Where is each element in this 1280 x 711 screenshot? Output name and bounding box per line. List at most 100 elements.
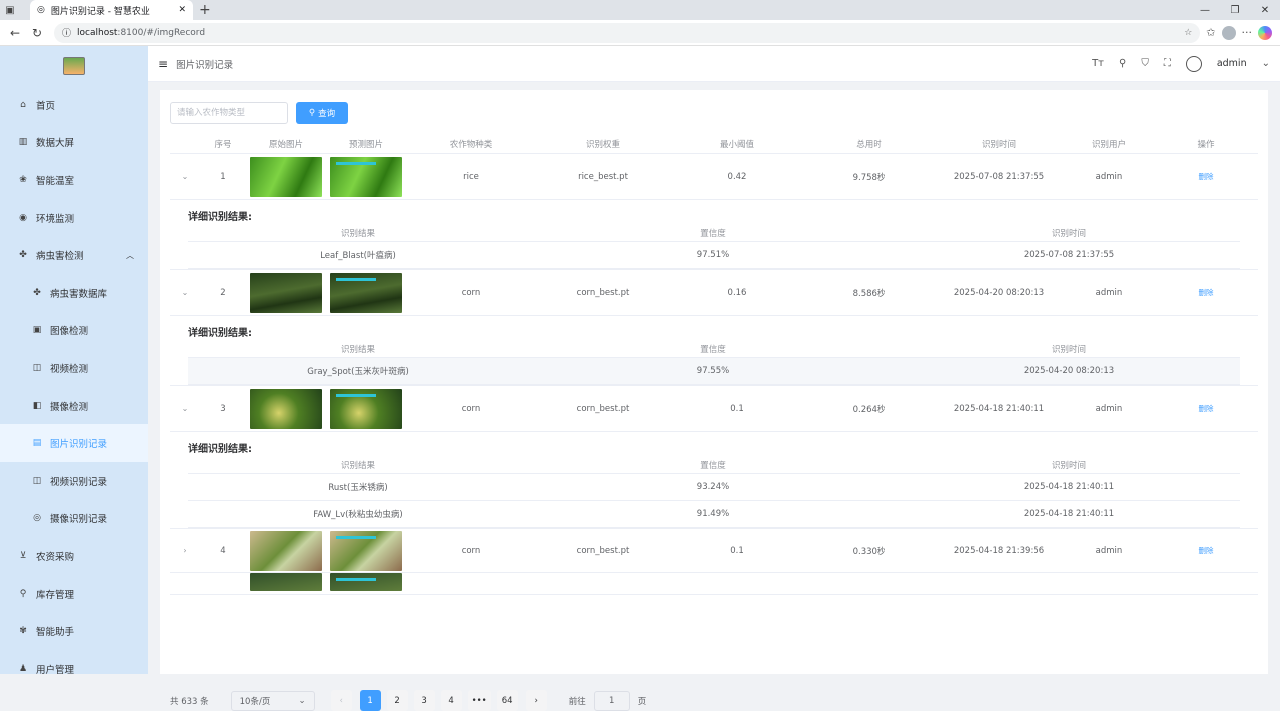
original-image-thumbnail[interactable] bbox=[250, 530, 322, 571]
user-name[interactable]: admin bbox=[1217, 58, 1247, 69]
page-size-select[interactable]: 10条/页 ⌄ bbox=[230, 690, 315, 711]
detail-result: Leaf_Blast(叶瘟病) bbox=[320, 251, 396, 261]
sidebar-item-8[interactable]: ◧ 摄像检测 bbox=[0, 387, 148, 425]
sidebar-item-1[interactable]: ▥ 数据大屏 bbox=[0, 124, 148, 162]
favorites-icon[interactable]: ✩ bbox=[1206, 26, 1215, 39]
goto-page-input[interactable]: 1 bbox=[593, 690, 630, 711]
cell-weight: corn_best.pt bbox=[576, 545, 630, 556]
detail-column-header: 置信度 bbox=[700, 228, 726, 239]
profile-avatar[interactable] bbox=[1221, 25, 1236, 40]
column-header: 总用时 bbox=[856, 139, 882, 150]
sidebar-item-12[interactable]: ⊻ 农资采购 bbox=[0, 537, 148, 575]
detection-box bbox=[336, 161, 376, 165]
expand-row-icon[interactable]: › bbox=[170, 546, 200, 555]
page-button-5[interactable]: ••• bbox=[467, 690, 491, 711]
column-header: 原始图片 bbox=[268, 139, 303, 150]
table-row: ⌄ 1 rice rice_best.pt 0.42 9.758秒 2025-07-08 2… bbox=[170, 154, 1258, 200]
predicted-image-thumbnail[interactable] bbox=[330, 272, 402, 313]
row-index: 1 bbox=[220, 171, 226, 182]
expand-row-icon[interactable]: ⌄ bbox=[170, 288, 200, 297]
url-path: :8100/#/imgRecord bbox=[117, 27, 206, 38]
sidebar-item-9[interactable]: ▤ 图片识别记录 bbox=[0, 424, 148, 462]
next-page-button[interactable]: › bbox=[525, 690, 547, 711]
column-header: 操作 bbox=[1197, 139, 1215, 150]
page-button-2[interactable]: 2 bbox=[386, 690, 408, 711]
search-icon[interactable]: ⚲ bbox=[1119, 58, 1126, 69]
sidebar-item-label: 病虫害检测 bbox=[36, 251, 84, 263]
sidebar-item-6[interactable]: ▣ 图像检测 bbox=[0, 312, 148, 350]
predicted-image-thumbnail[interactable] bbox=[330, 388, 402, 429]
prev-page-button[interactable]: ‹ bbox=[330, 690, 352, 711]
bug-icon: ✤ bbox=[19, 250, 27, 261]
favorite-star-icon[interactable]: ☆ bbox=[1184, 28, 1192, 38]
sidebar-item-0[interactable]: ⌂ 首页 bbox=[0, 86, 148, 124]
copilot-icon[interactable] bbox=[1258, 25, 1272, 40]
chevron-down-icon[interactable]: ⌄ bbox=[1262, 58, 1270, 69]
new-tab-button[interactable]: + bbox=[199, 0, 211, 20]
detail-column-header: 识别结果 bbox=[340, 344, 375, 355]
sidebar-item-2[interactable]: ❀ 智能温室 bbox=[0, 161, 148, 199]
table-row: › 4 corn corn_best.pt 0.1 0.330秒 2025-04-18 21… bbox=[170, 529, 1258, 573]
browser-tab-strip: ▣ ◎ 图片识别记录 - 智慧农业 ✕ + — ❐ ✕ bbox=[0, 0, 1280, 20]
content-panel: ⚲ 查询 序号原始图片预测图片农作物种类识别权重最小阈值总用时识别时间识别用户操… bbox=[160, 90, 1268, 711]
page-button-3[interactable]: 3 bbox=[413, 690, 435, 711]
sidebar-item-14[interactable]: ✾ 智能助手 bbox=[0, 612, 148, 650]
more-icon[interactable]: ··· bbox=[1242, 26, 1253, 39]
fullscreen-icon[interactable]: ⛶ bbox=[1164, 58, 1171, 69]
original-image-thumbnail[interactable] bbox=[250, 573, 322, 591]
cell-weight: corn_best.pt bbox=[576, 403, 630, 414]
sidebar-item-11[interactable]: ◎ 摄像识别记录 bbox=[0, 500, 148, 538]
predicted-image-thumbnail[interactable] bbox=[330, 530, 402, 571]
search-icon: ⚲ bbox=[308, 108, 316, 118]
page-button-4[interactable]: 4 bbox=[440, 690, 462, 711]
crop-type-input[interactable] bbox=[170, 102, 288, 124]
cell-user: admin bbox=[1095, 171, 1123, 182]
predicted-image-thumbnail[interactable] bbox=[330, 573, 402, 591]
tab-actions-icon[interactable]: ▣ bbox=[2, 0, 18, 20]
info-icon: ⓘ bbox=[62, 29, 72, 39]
detail-time: 2025-04-18 21:40:11 bbox=[1023, 509, 1115, 519]
original-image-thumbnail[interactable] bbox=[250, 388, 322, 429]
detail-result: Gray_Spot(玉米灰叶斑病) bbox=[307, 367, 409, 377]
detection-box bbox=[336, 393, 376, 397]
detail-panel: 详细识别结果: 识别结果 置信度 识别时间 Leaf_Blast(叶瘟病) 97.51% 2… bbox=[170, 200, 1258, 270]
page-button-6[interactable]: 64 bbox=[496, 690, 518, 711]
delete-button[interactable]: 删除 bbox=[1154, 545, 1258, 556]
cell-threshold: 0.1 bbox=[730, 545, 744, 556]
delete-button[interactable]: 删除 bbox=[1154, 403, 1258, 414]
sidebar-item-5[interactable]: ✤ 病虫害数据库 bbox=[0, 274, 148, 312]
delete-button[interactable]: 删除 bbox=[1154, 171, 1258, 182]
original-image-thumbnail[interactable] bbox=[250, 156, 322, 197]
pagination: 共 633 条 10条/页 ⌄ ‹ 1 2 3 4 ••• 64 › 前往 1 页 bbox=[170, 690, 646, 711]
delete-button[interactable]: 删除 bbox=[1154, 287, 1258, 298]
sidebar-item-13[interactable]: ⚲ 库存管理 bbox=[0, 575, 148, 613]
minimize-icon[interactable]: — bbox=[1190, 0, 1220, 20]
expand-row-icon[interactable]: ⌄ bbox=[170, 404, 200, 413]
column-header: 识别权重 bbox=[585, 139, 620, 150]
user-avatar[interactable] bbox=[1185, 55, 1202, 72]
refresh-icon[interactable]: ↻ bbox=[26, 26, 48, 40]
original-image-thumbnail[interactable] bbox=[250, 272, 322, 313]
detail-row: FAW_Lv(秋粘虫幼虫病) 91.49% 2025-04-18 21:40:11 bbox=[188, 501, 1240, 528]
sidebar-item-3[interactable]: ◉ 环境监测 bbox=[0, 199, 148, 237]
restore-icon[interactable]: ❐ bbox=[1220, 0, 1250, 20]
back-icon[interactable]: ← bbox=[4, 26, 26, 40]
browser-tab[interactable]: ◎ 图片识别记录 - 智慧农业 ✕ bbox=[30, 0, 193, 20]
expand-row-icon[interactable]: ⌄ bbox=[170, 172, 200, 181]
column-header: 预测图片 bbox=[348, 139, 383, 150]
cell-weight: rice_best.pt bbox=[578, 171, 628, 182]
sidebar-item-7[interactable]: ◫ 视频检测 bbox=[0, 349, 148, 387]
sidebar-item-10[interactable]: ◫ 视频识别记录 bbox=[0, 462, 148, 500]
hamburger-icon[interactable]: ≡ bbox=[158, 57, 168, 71]
predicted-image-thumbnail[interactable] bbox=[330, 156, 402, 197]
page-button-1[interactable]: 1 bbox=[359, 690, 381, 711]
sidebar-item-15[interactable]: ♟ 用户管理 bbox=[0, 650, 148, 674]
theme-icon[interactable]: ⛉ bbox=[1141, 58, 1149, 69]
close-window-icon[interactable]: ✕ bbox=[1250, 0, 1280, 20]
sidebar-item-4[interactable]: ✤ 病虫害检测 ︿ bbox=[0, 236, 148, 274]
url-field[interactable]: ⓘ localhost:8100/#/imgRecord ☆ bbox=[54, 22, 1201, 43]
original-image-cell bbox=[246, 156, 326, 197]
query-button[interactable]: ⚲ 查询 bbox=[296, 102, 348, 124]
font-size-icon[interactable]: Tт bbox=[1092, 58, 1104, 69]
close-tab-icon[interactable]: ✕ bbox=[178, 5, 186, 15]
